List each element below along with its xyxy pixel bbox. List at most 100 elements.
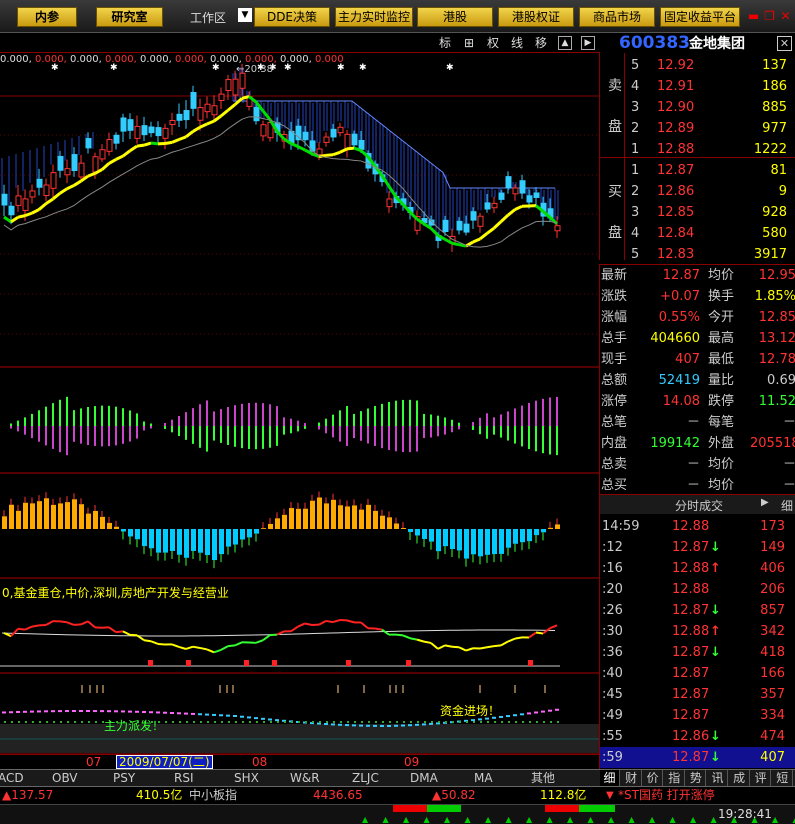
ma-segment bbox=[178, 135, 187, 141]
ma-segment bbox=[122, 149, 131, 158]
side-tab[interactable]: 成 bbox=[730, 770, 750, 787]
hk-stock-button[interactable]: 港股 bbox=[417, 7, 493, 27]
hk-warrant-button[interactable]: 港股权证 bbox=[498, 7, 574, 27]
bid-volume: 928 bbox=[762, 205, 787, 220]
quote-value: － bbox=[782, 457, 795, 472]
crosshair-button[interactable]: ⊞ bbox=[458, 34, 480, 52]
tab-obv[interactable]: OBV bbox=[52, 771, 78, 786]
trade-row[interactable]: :40 12.87 166 bbox=[600, 663, 795, 684]
quote-label: 涨跌 bbox=[601, 289, 628, 304]
move-button[interactable]: 移 bbox=[530, 34, 552, 52]
trade-time: 14:59 bbox=[602, 519, 640, 534]
tab-shx[interactable]: SHX bbox=[234, 771, 259, 786]
workspace-label[interactable]: 工作区 bbox=[190, 9, 226, 26]
fund-flow-title: 0,基金重仓,中价,深圳,房地产开发与经营业 bbox=[2, 586, 229, 600]
tab-rsi[interactable]: RSI bbox=[174, 771, 194, 786]
bid-row[interactable]: 1 12.87 81 bbox=[600, 160, 795, 181]
rights-button[interactable]: 权 bbox=[482, 34, 504, 52]
index2-name[interactable]: 中小板指 bbox=[189, 787, 237, 804]
trade-row[interactable]: :26 12.87 ↓ 857 bbox=[600, 600, 795, 621]
trades-expand-icon[interactable]: ▶ bbox=[761, 497, 769, 508]
trades-detail-button[interactable]: 细 bbox=[781, 497, 793, 514]
tab-wr[interactable]: W&R bbox=[290, 771, 320, 786]
tab-psy[interactable]: PSY bbox=[113, 771, 135, 786]
alert-text[interactable]: *ST国药 打开涨停 bbox=[618, 787, 715, 804]
candle bbox=[22, 198, 29, 211]
side-tab[interactable]: 短 bbox=[773, 770, 793, 787]
cap-dot-green bbox=[25, 721, 27, 723]
quote-row: 总笔 － 每笔 － bbox=[600, 412, 795, 433]
clock: 19:28:41 bbox=[718, 807, 772, 821]
cap-dot bbox=[359, 724, 363, 727]
fixed-income-button[interactable]: 固定收益平台 bbox=[660, 7, 740, 27]
trade-row[interactable]: :16 12.88 ↑ 406 bbox=[600, 558, 795, 579]
tab-acd[interactable]: ACD bbox=[0, 771, 24, 786]
trade-row[interactable]: :49 12.87 334 bbox=[600, 705, 795, 726]
trade-row[interactable]: :12 12.87 ↓ 149 bbox=[600, 537, 795, 558]
price-tags: 0.000, 0.000, 0.000, 0.000, 0.000, 0.000… bbox=[0, 54, 344, 66]
cap-dot bbox=[177, 712, 181, 715]
minimize-icon[interactable]: ▬ bbox=[747, 10, 760, 22]
trades-list[interactable]: 14:59 12.88 173 :12 12.87 ↓ 149 :16 12.8… bbox=[599, 514, 795, 769]
osc2-bar-down bbox=[527, 529, 532, 542]
month-08: 08 bbox=[252, 755, 268, 769]
bid-row[interactable]: 4 12.84 580 bbox=[600, 223, 795, 244]
mark-button[interactable]: 标 bbox=[434, 34, 456, 52]
trade-row[interactable]: :45 12.87 357 bbox=[600, 684, 795, 705]
side-tab[interactable]: 价 bbox=[643, 770, 664, 787]
tab-other[interactable]: 其他 bbox=[531, 771, 555, 786]
close-panel-icon[interactable]: ✕ bbox=[777, 36, 792, 51]
quote-label: 总额 bbox=[601, 373, 628, 388]
cap-dot-green bbox=[529, 721, 531, 723]
monitor-button[interactable]: 主力实时监控 bbox=[335, 7, 413, 27]
side-tab[interactable]: 财 bbox=[622, 770, 642, 787]
ask-row[interactable]: 2 12.89 977 bbox=[600, 118, 795, 139]
trade-row[interactable]: :30 12.88 ↑ 342 bbox=[600, 621, 795, 642]
trade-time: :49 bbox=[602, 708, 623, 723]
osc2-bar-up bbox=[30, 503, 35, 529]
tab-ma[interactable]: MA bbox=[474, 771, 493, 786]
expand-right-icon[interactable]: ▶ bbox=[581, 36, 595, 50]
side-tab[interactable]: 势 bbox=[686, 770, 707, 787]
ask-row[interactable]: 4 12.91 186 bbox=[600, 76, 795, 97]
neican-button[interactable]: 内参 bbox=[17, 7, 77, 27]
flow-segment bbox=[381, 628, 390, 636]
up-arrow-icon: ▲ bbox=[464, 815, 471, 824]
bid-row[interactable]: 5 12.83 3917 bbox=[600, 244, 795, 265]
ask-row[interactable]: 1 12.88 1222 bbox=[600, 139, 795, 160]
restore-icon[interactable]: ❐ bbox=[763, 10, 776, 22]
side-tab[interactable]: 指 bbox=[665, 770, 685, 787]
tab-zljc[interactable]: ZLJC bbox=[352, 771, 379, 786]
cap-dot-green bbox=[501, 721, 503, 723]
quote-row: 最新 12.87 均价 12.95 bbox=[600, 265, 795, 286]
trade-volume: 342 bbox=[760, 624, 785, 639]
cap-dot-green bbox=[228, 721, 230, 723]
trade-row[interactable]: 14:59 12.88 173 bbox=[600, 516, 795, 537]
flow-segment bbox=[80, 620, 89, 626]
research-button[interactable]: 研究室 bbox=[96, 7, 163, 27]
commodity-button[interactable]: 商品市场 bbox=[579, 7, 655, 27]
dde-button[interactable]: DDE决策 bbox=[254, 7, 330, 27]
side-tab[interactable]: 评 bbox=[751, 770, 772, 787]
indicator-tabs: ACD OBV PSY RSI SHX W&R ZLJC DMA MA 其他 bbox=[0, 769, 600, 786]
trade-row[interactable]: :55 12.86 ↓ 474 bbox=[600, 726, 795, 747]
close-window-icon[interactable]: ✕ bbox=[779, 10, 792, 22]
trade-row[interactable]: :36 12.87 ↓ 418 bbox=[600, 642, 795, 663]
candle bbox=[253, 106, 260, 122]
osc2-bar-up bbox=[268, 523, 273, 529]
ma-segment bbox=[150, 141, 159, 146]
ask-row[interactable]: 5 12.92 137 bbox=[600, 55, 795, 76]
expand-up-icon[interactable]: ▲ bbox=[558, 36, 572, 50]
side-tab[interactable]: 细 bbox=[600, 770, 620, 787]
cap-dot-green bbox=[375, 721, 377, 723]
trade-row[interactable]: :59 12.87 ↓ 407 bbox=[600, 747, 795, 768]
side-tab[interactable]: 讯 bbox=[708, 770, 728, 787]
tab-dma[interactable]: DMA bbox=[410, 771, 438, 786]
bid-row[interactable]: 2 12.86 9 bbox=[600, 181, 795, 202]
workspace-dropdown-icon[interactable]: ▼ bbox=[238, 8, 252, 22]
line-button[interactable]: 线 bbox=[506, 34, 528, 52]
chart-area[interactable]: ✱ ✱ ✱ ✱ ✱ ✱ ✱ ✱ ✱ bbox=[0, 53, 600, 768]
trade-row[interactable]: :20 12.88 206 bbox=[600, 579, 795, 600]
bid-row[interactable]: 3 12.85 928 bbox=[600, 202, 795, 223]
ask-row[interactable]: 3 12.90 885 bbox=[600, 97, 795, 118]
